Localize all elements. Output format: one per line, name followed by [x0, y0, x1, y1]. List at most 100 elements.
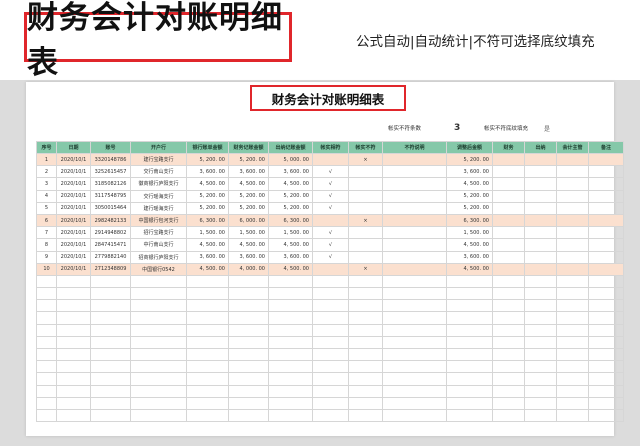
cell-empty[interactable] — [186, 311, 229, 325]
cell-date[interactable]: 2020/10/1 — [56, 165, 91, 179]
cell-empty[interactable] — [56, 311, 91, 325]
cell-empty[interactable] — [588, 287, 624, 301]
cell-empty[interactable] — [36, 299, 57, 313]
cell-adjusted[interactable]: 4, 500. 00 — [446, 177, 493, 191]
cell-no[interactable]: 6 — [36, 213, 57, 228]
cell-empty[interactable] — [56, 396, 91, 410]
cell-date[interactable]: 2020/10/1 — [56, 238, 91, 252]
cell-account[interactable]: 3117548795 — [90, 189, 131, 203]
column-header[interactable]: 财务记账金额 — [228, 141, 269, 154]
cell-empty[interactable] — [90, 347, 131, 362]
cell-empty[interactable] — [312, 347, 349, 362]
cell-no[interactable]: 3 — [36, 177, 57, 191]
cell-empty[interactable] — [90, 323, 131, 337]
cell-empty[interactable] — [524, 213, 557, 228]
cell-empty[interactable] — [228, 372, 269, 386]
cell-empty[interactable] — [228, 396, 269, 410]
cell-empty[interactable] — [382, 372, 447, 386]
cell-empty[interactable] — [446, 396, 493, 410]
mismatch-count-value[interactable]: 3 — [454, 122, 460, 134]
cell-date[interactable]: 2020/10/1 — [56, 262, 91, 276]
cell-empty[interactable] — [348, 347, 383, 362]
cell-empty[interactable] — [588, 226, 624, 240]
column-header[interactable]: 不符说明 — [382, 141, 447, 154]
cell-empty[interactable] — [492, 335, 525, 350]
cell-empty[interactable] — [556, 189, 589, 203]
cell-empty[interactable] — [446, 287, 493, 301]
cell-no[interactable]: 1 — [36, 152, 57, 167]
fill-option-dropdown[interactable]: 是 — [544, 122, 550, 134]
cell-empty[interactable] — [348, 372, 383, 386]
cell-empty[interactable] — [524, 323, 557, 337]
cell-no[interactable]: 5 — [36, 201, 57, 215]
cell-empty[interactable] — [492, 408, 525, 423]
cell-empty[interactable] — [348, 287, 383, 301]
cell-empty[interactable] — [130, 372, 187, 386]
cell-empty[interactable] — [312, 311, 349, 325]
cell-mismatch[interactable] — [348, 250, 383, 264]
cell-empty[interactable] — [56, 323, 91, 337]
cell-empty[interactable] — [348, 335, 383, 350]
cell-empty[interactable] — [36, 347, 57, 362]
cell-bank-amt[interactable]: 1, 500. 00 — [186, 226, 229, 240]
cell-date[interactable]: 2020/10/1 — [56, 152, 91, 167]
cell-empty[interactable] — [228, 335, 269, 350]
cell-cash-amt[interactable]: 5, 200. 00 — [268, 189, 313, 203]
cell-date[interactable]: 2020/10/1 — [56, 250, 91, 264]
cell-account[interactable]: 3050015464 — [90, 201, 131, 215]
cell-bank-amt[interactable]: 3, 600. 00 — [186, 250, 229, 264]
cell-empty[interactable] — [556, 201, 589, 215]
cell-empty[interactable] — [492, 213, 525, 228]
cell-no[interactable]: 4 — [36, 189, 57, 203]
cell-bank[interactable]: 招行宝路支行 — [130, 226, 187, 240]
column-header[interactable]: 帐实不符 — [348, 141, 383, 154]
cell-empty[interactable] — [524, 299, 557, 313]
cell-empty[interactable] — [382, 384, 447, 398]
cell-empty[interactable] — [588, 238, 624, 252]
cell-empty[interactable] — [348, 323, 383, 337]
cell-empty[interactable] — [446, 347, 493, 362]
cell-fin-amt[interactable]: 4, 000. 00 — [228, 262, 269, 276]
cell-empty[interactable] — [492, 226, 525, 240]
cell-empty[interactable] — [446, 311, 493, 325]
cell-empty[interactable] — [36, 396, 57, 410]
cell-account[interactable]: 3320148786 — [90, 152, 131, 167]
cell-empty[interactable] — [90, 384, 131, 398]
cell-note[interactable] — [382, 189, 447, 203]
cell-empty[interactable] — [36, 311, 57, 325]
cell-mismatch[interactable] — [348, 189, 383, 203]
cell-empty[interactable] — [36, 372, 57, 386]
cell-match[interactable]: √ — [312, 238, 349, 252]
cell-empty[interactable] — [524, 408, 557, 423]
cell-empty[interactable] — [312, 323, 349, 337]
cell-empty[interactable] — [268, 408, 313, 423]
cell-match[interactable]: √ — [312, 226, 349, 240]
column-header[interactable]: 财务 — [492, 141, 525, 154]
cell-empty[interactable] — [268, 360, 313, 374]
cell-empty[interactable] — [492, 396, 525, 410]
cell-adjusted[interactable]: 4, 500. 00 — [446, 262, 493, 276]
cell-empty[interactable] — [90, 396, 131, 410]
cell-empty[interactable] — [492, 177, 525, 191]
cell-adjusted[interactable]: 5, 200. 00 — [446, 152, 493, 167]
cell-match[interactable] — [312, 213, 349, 228]
cell-empty[interactable] — [524, 201, 557, 215]
cell-empty[interactable] — [228, 347, 269, 362]
cell-bank[interactable]: 交行瑶海支行 — [130, 189, 187, 203]
cell-empty[interactable] — [348, 311, 383, 325]
cell-fin-amt[interactable]: 4, 500. 00 — [228, 177, 269, 191]
cell-empty[interactable] — [348, 396, 383, 410]
cell-empty[interactable] — [556, 408, 589, 423]
cell-empty[interactable] — [524, 311, 557, 325]
cell-empty[interactable] — [556, 347, 589, 362]
cell-empty[interactable] — [556, 287, 589, 301]
cell-empty[interactable] — [56, 372, 91, 386]
column-header[interactable]: 备注 — [588, 141, 624, 154]
cell-empty[interactable] — [56, 274, 91, 289]
cell-match[interactable]: √ — [312, 177, 349, 191]
cell-empty[interactable] — [524, 262, 557, 276]
cell-bank-amt[interactable]: 4, 500. 00 — [186, 262, 229, 276]
cell-empty[interactable] — [588, 299, 624, 313]
cell-empty[interactable] — [312, 372, 349, 386]
cell-date[interactable]: 2020/10/1 — [56, 189, 91, 203]
